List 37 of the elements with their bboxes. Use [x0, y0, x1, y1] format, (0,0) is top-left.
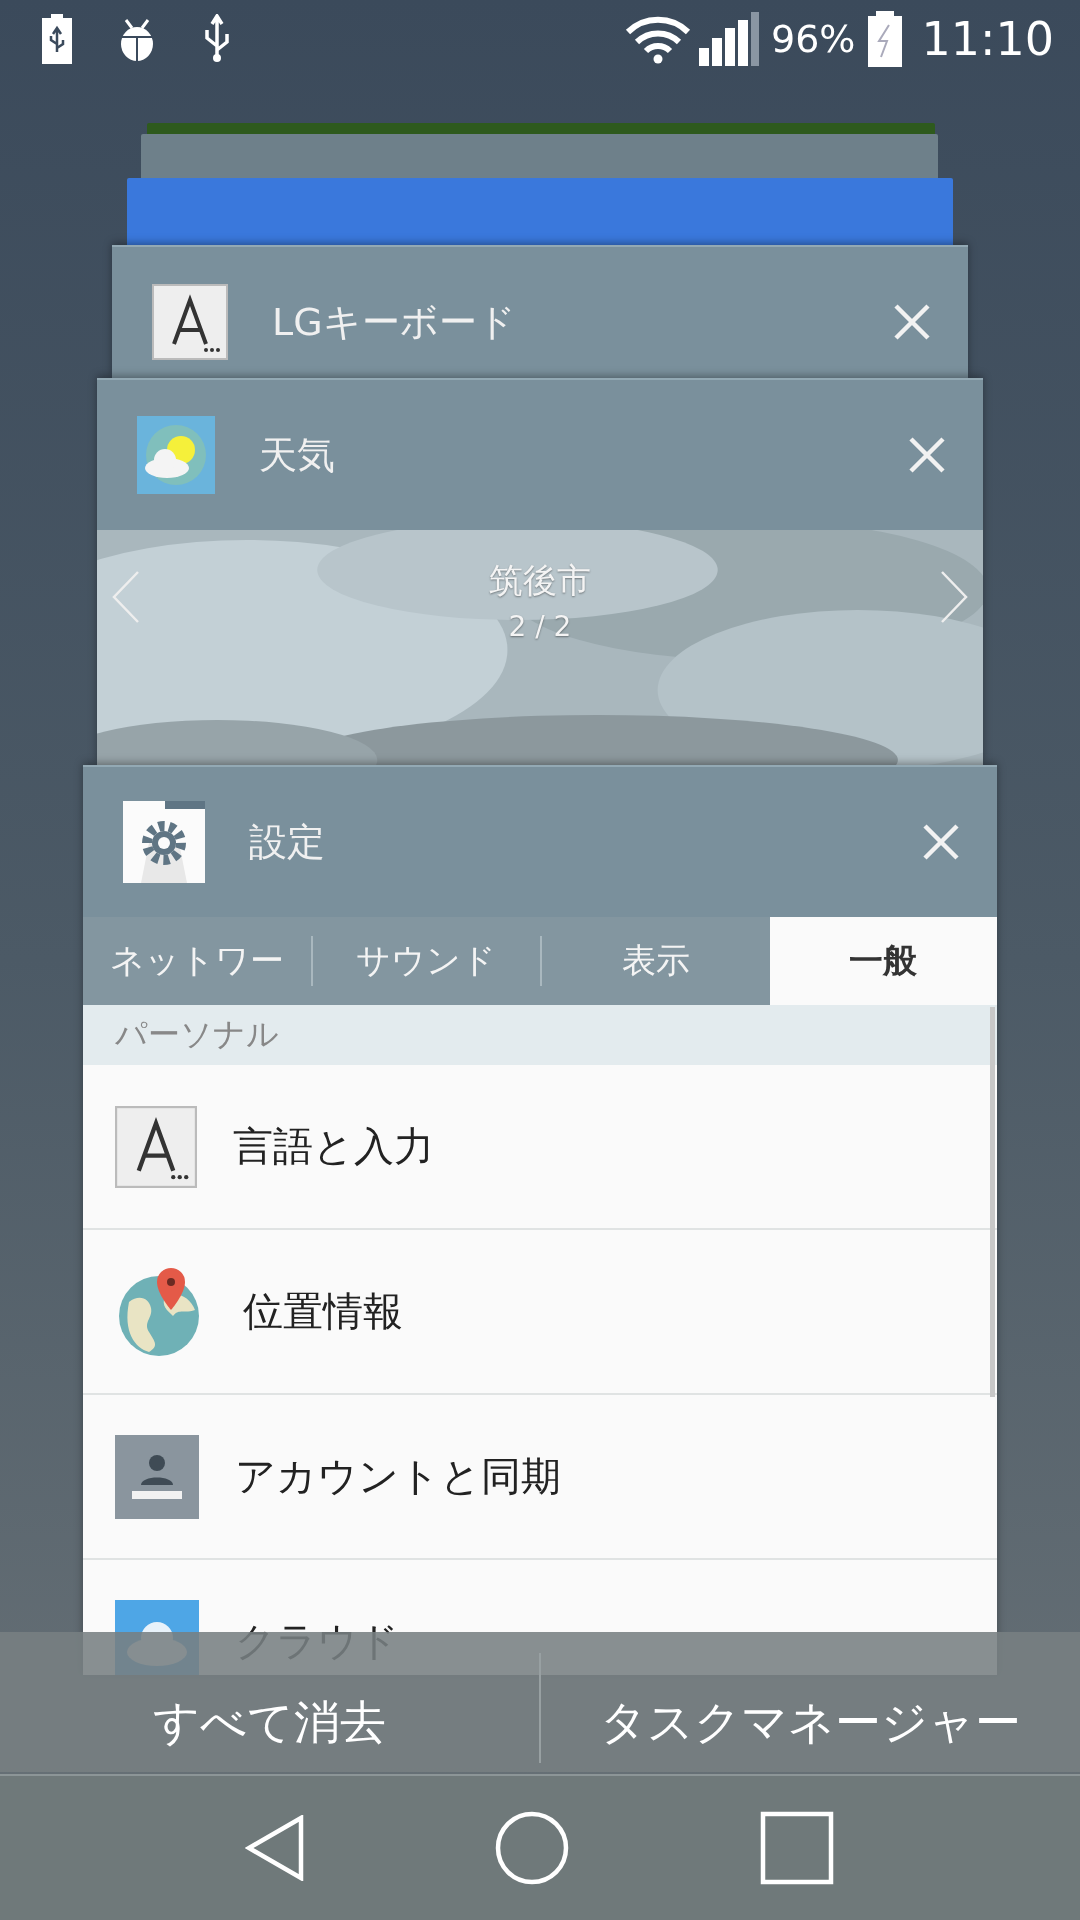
tab[interactable]: 表示	[542, 917, 770, 1005]
recent-apps-icon[interactable]	[759, 1810, 836, 1886]
close-icon[interactable]	[923, 824, 959, 860]
city-name: 筑後市	[489, 559, 591, 602]
charging-battery-icon	[867, 11, 904, 67]
usb-battery-icon	[40, 14, 74, 64]
back-icon[interactable]	[244, 1815, 305, 1881]
section-title: パーソナル	[115, 1014, 279, 1055]
gear-icon	[123, 801, 205, 883]
item-label: 位置情報	[243, 1287, 403, 1336]
item-label: クラウド	[235, 1617, 399, 1666]
chevron-right-icon[interactable]	[939, 570, 969, 624]
app-card[interactable]: 天気 筑後市 2 / 2	[97, 378, 983, 765]
tab[interactable]: サウンド	[312, 917, 540, 1005]
tab[interactable]: 一般	[769, 917, 997, 1005]
item-label: 言語と入力	[233, 1122, 434, 1171]
item-label: アカウントと同期	[235, 1452, 561, 1501]
sun-cloud-icon	[137, 416, 215, 494]
battery-level: 96%	[770, 17, 856, 61]
page-indicator: 2 / 2	[508, 610, 572, 643]
home-icon[interactable]	[494, 1810, 570, 1886]
wifi-icon	[624, 14, 691, 64]
action-button[interactable]: タスクマネージャー	[541, 1674, 1080, 1772]
app-card[interactable]: LGキーボード	[112, 245, 968, 378]
app-title: LGキーボード	[272, 298, 517, 346]
close-icon[interactable]	[909, 437, 945, 473]
action-button[interactable]: すべて消去	[0, 1674, 539, 1772]
close-icon[interactable]	[894, 304, 930, 340]
font-letter-icon	[152, 284, 228, 360]
account-icon	[115, 1434, 199, 1519]
settings-item[interactable]: 言語と入力	[83, 1065, 997, 1230]
app-title: 天気	[259, 431, 336, 479]
clock: 11:10	[921, 12, 1054, 66]
tab[interactable]: ネットワー	[83, 917, 311, 1005]
font-letter-icon	[115, 1105, 197, 1188]
settings-item[interactable]: アカウントと同期	[83, 1395, 997, 1560]
app-title: 設定	[249, 818, 326, 866]
